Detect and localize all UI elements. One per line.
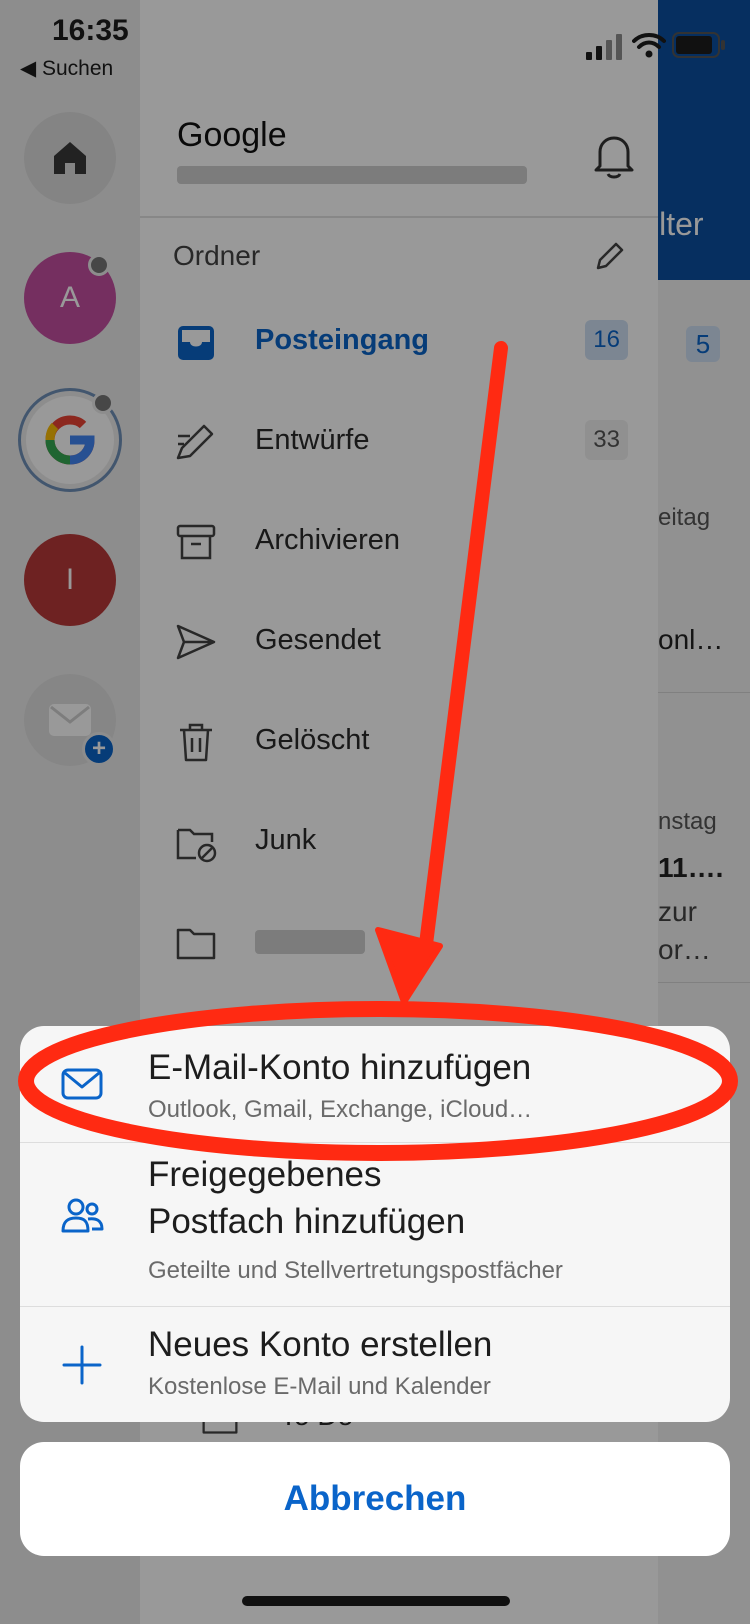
- wifi-icon: [632, 33, 666, 58]
- plus-icon: [62, 1345, 102, 1385]
- option-title: Neues Konto erstellen: [148, 1325, 493, 1364]
- option-title-line1: Freigegebenes: [148, 1155, 382, 1194]
- option-subtitle: Kostenlose E-Mail und Kalender: [148, 1373, 491, 1400]
- home-indicator: [242, 1596, 510, 1606]
- status-time: 16:35: [52, 14, 129, 47]
- option-title: E-Mail-Konto hinzufügen: [148, 1048, 532, 1087]
- signal-icon: [586, 34, 622, 60]
- mail-icon: [61, 1068, 103, 1100]
- back-to-app-link[interactable]: ◀ Suchen: [20, 56, 113, 81]
- battery-icon: [672, 32, 725, 58]
- option-title-line2: Postfach hinzufügen: [148, 1202, 466, 1241]
- create-new-account-option[interactable]: Neues Konto erstellen Kostenlose E-Mail …: [20, 1307, 730, 1422]
- option-subtitle: Geteilte und Stellvertretungspostfächer: [148, 1257, 563, 1284]
- add-account-action-sheet: E-Mail-Konto hinzufügen Outlook, Gmail, …: [20, 1026, 730, 1422]
- cancel-button[interactable]: Abbrechen: [20, 1442, 730, 1556]
- add-email-account-option[interactable]: E-Mail-Konto hinzufügen Outlook, Gmail, …: [20, 1026, 730, 1142]
- option-subtitle: Outlook, Gmail, Exchange, iCloud…: [148, 1096, 533, 1123]
- people-icon: [61, 1198, 104, 1233]
- add-shared-mailbox-option[interactable]: Freigegebenes Postfach hinzufügen Geteil…: [20, 1143, 730, 1306]
